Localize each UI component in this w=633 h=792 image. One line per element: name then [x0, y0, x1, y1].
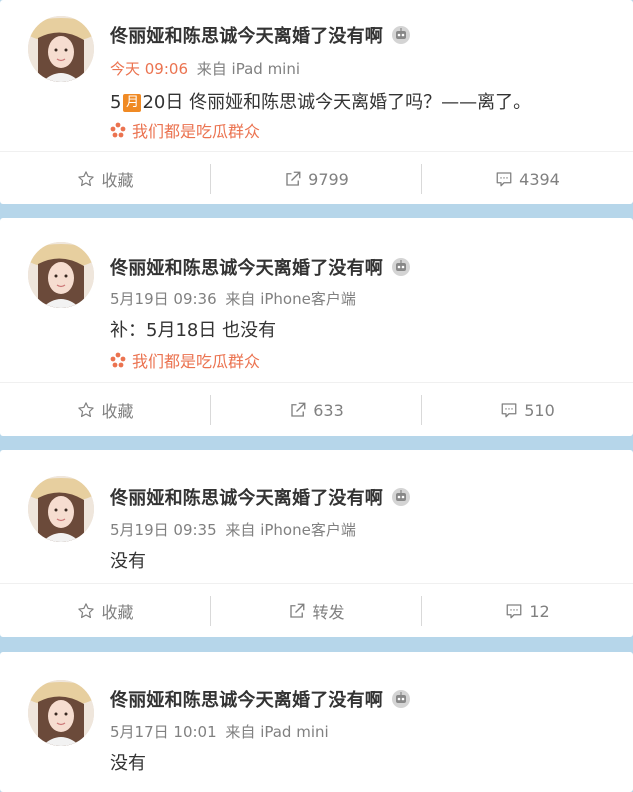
action-bar: 收藏 9799 4394 [0, 151, 633, 204]
post-text-prefix: 5 [110, 92, 122, 113]
comment-button[interactable]: 4394 [422, 152, 633, 204]
repost-count: 9799 [308, 169, 349, 189]
repost-count: 633 [313, 400, 344, 420]
flower-icon [110, 122, 126, 138]
weibo-card: 佟丽娅和陈思诚今天离婚了没有啊 今天 09:06 来自 iPad mini 5月… [0, 0, 633, 204]
topic-label[interactable]: 我们都是吃瓜群众 [132, 118, 260, 142]
action-bar: 收藏 转发 12 [0, 583, 633, 637]
post-text: 补：5月18日 也没有 [110, 320, 277, 341]
robot-badge-icon [392, 258, 410, 276]
post-source: 来自 iPad mini [196, 60, 301, 78]
post-time[interactable]: 5月19日 09:36 [110, 290, 217, 308]
author-name[interactable]: 佟丽娅和陈思诚今天离婚了没有啊 [110, 254, 383, 280]
comment-bubble-icon [506, 604, 522, 619]
author-row: 佟丽娅和陈思诚今天离婚了没有啊 [110, 686, 411, 712]
post-time[interactable]: 5月17日 10:01 [110, 723, 217, 741]
author-name[interactable]: 佟丽娅和陈思诚今天离婚了没有啊 [110, 22, 383, 48]
repost-label: 转发 [312, 603, 345, 622]
star-outline-icon [78, 603, 95, 619]
robot-badge-icon [392, 26, 410, 44]
weibo-card: 佟丽娅和陈思诚今天离婚了没有啊 5月19日 09:36 来自 iPhone客户端… [0, 218, 633, 436]
post-text: 没有 [110, 753, 146, 774]
author-row: 佟丽娅和陈思诚今天离婚了没有啊 [110, 484, 411, 510]
collect-button[interactable]: 收藏 [0, 584, 211, 637]
flower-icon [110, 352, 126, 368]
post-text: 没有 [110, 551, 146, 572]
avatar[interactable] [28, 680, 94, 746]
collect-label: 收藏 [101, 171, 134, 190]
comment-button[interactable]: 510 [422, 383, 633, 436]
avatar[interactable] [28, 476, 94, 542]
share-arrow-icon [286, 171, 301, 186]
comment-count: 12 [529, 601, 550, 621]
avatar[interactable] [28, 242, 94, 308]
comment-bubble-icon [501, 403, 517, 418]
comment-count: 4394 [519, 169, 560, 189]
post-meta: 5月19日 09:36 来自 iPhone客户端 [110, 288, 356, 309]
comment-button[interactable]: 12 [422, 584, 633, 637]
post-source: 来自 iPhone客户端 [225, 290, 356, 308]
month-emoji: 月 [123, 94, 142, 112]
author-name[interactable]: 佟丽娅和陈思诚今天离婚了没有啊 [110, 686, 383, 712]
collect-label: 收藏 [101, 603, 134, 622]
author-row: 佟丽娅和陈思诚今天离婚了没有啊 [110, 22, 411, 48]
weibo-card: 佟丽娅和陈思诚今天离婚了没有啊 5月17日 10:01 来自 iPad mini… [0, 652, 633, 792]
action-bar: 收藏 633 510 [0, 382, 633, 436]
collect-button[interactable]: 收藏 [0, 152, 211, 204]
post-meta: 5月19日 09:35 来自 iPhone客户端 [110, 519, 356, 540]
repost-button[interactable]: 9799 [211, 152, 422, 204]
post-meta: 5月17日 10:01 来自 iPad mini [110, 721, 329, 742]
star-outline-icon [78, 402, 95, 418]
topic-link[interactable]: 我们都是吃瓜群众 [110, 118, 260, 142]
topic-link[interactable]: 我们都是吃瓜群众 [110, 348, 260, 372]
robot-badge-icon [392, 488, 410, 506]
post-meta: 今天 09:06 来自 iPad mini [110, 58, 300, 79]
collect-button[interactable]: 收藏 [0, 383, 211, 436]
comment-count: 510 [524, 400, 555, 420]
collect-label: 收藏 [101, 402, 134, 421]
weibo-card: 佟丽娅和陈思诚今天离婚了没有啊 5月19日 09:35 来自 iPhone客户端… [0, 450, 633, 637]
post-source: 来自 iPad mini [225, 723, 329, 741]
share-arrow-icon [290, 603, 305, 618]
repost-button[interactable]: 转发 [211, 584, 422, 637]
post-time[interactable]: 5月19日 09:35 [110, 521, 217, 539]
star-outline-icon [78, 171, 95, 187]
author-name[interactable]: 佟丽娅和陈思诚今天离婚了没有啊 [110, 484, 383, 510]
post-time[interactable]: 今天 09:06 [110, 60, 188, 78]
share-arrow-icon [291, 402, 306, 417]
post-text-suffix: 20日 佟丽娅和陈思诚今天离婚了吗？——离了。 [142, 92, 532, 113]
avatar[interactable] [28, 16, 94, 82]
topic-label[interactable]: 我们都是吃瓜群众 [132, 348, 260, 372]
post-text: 5 月 20日 佟丽娅和陈思诚今天离婚了吗？——离了。 [110, 88, 531, 114]
author-row: 佟丽娅和陈思诚今天离婚了没有啊 [110, 254, 411, 280]
comment-bubble-icon [496, 172, 512, 187]
post-source: 来自 iPhone客户端 [225, 521, 356, 539]
repost-button[interactable]: 633 [211, 383, 422, 436]
robot-badge-icon [392, 690, 410, 708]
